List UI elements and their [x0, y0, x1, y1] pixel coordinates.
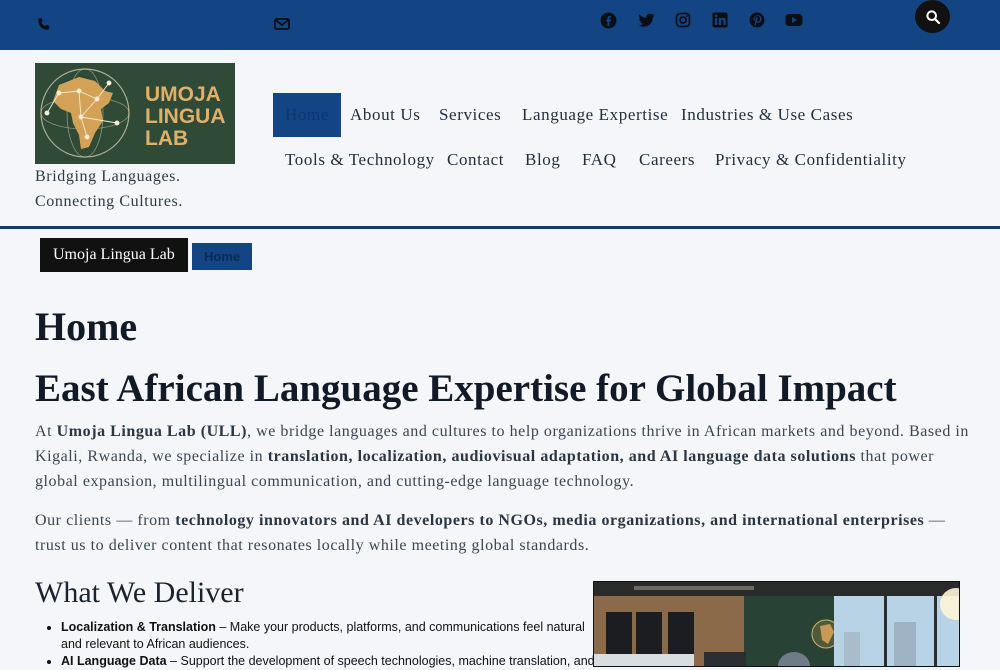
nav-faq[interactable]: FAQ [570, 138, 629, 182]
logo-text-line1: UMOJA [145, 83, 221, 106]
nav-industries-use-cases[interactable]: Industries & Use Cases [669, 93, 865, 137]
search-icon [925, 9, 940, 24]
deliver-list: Localization & Translation – Make your p… [35, 619, 601, 670]
site-header: UMOJA LINGUA LAB Bridging Languages. Con… [0, 50, 1000, 229]
list-item-text: – Support the development of speech tech… [166, 654, 595, 668]
text-run: At [35, 423, 57, 440]
nav-language-expertise[interactable]: Language Expertise [510, 93, 680, 137]
services-highlight: translation, localization, audiovisual a… [267, 448, 856, 465]
list-item-title: Localization & Translation [61, 620, 216, 634]
hero-headline: East African Language Expertise for Glob… [35, 367, 897, 410]
company-name: Umoja Lingua Lab (ULL) [56, 423, 248, 440]
intro-paragraph: At Umoja Lingua Lab (ULL), we bridge lan… [35, 419, 970, 494]
list-item: AI Language Data – Support the developme… [61, 653, 601, 670]
instagram-icon[interactable] [674, 11, 692, 29]
nav-about-us[interactable]: About Us [338, 93, 432, 137]
facebook-icon[interactable] [599, 11, 617, 29]
site-tagline: Bridging Languages. Connecting Cultures. [35, 164, 183, 214]
phone-icon[interactable] [35, 16, 53, 34]
search-button[interactable] [915, 0, 950, 33]
twitter-icon[interactable] [637, 11, 655, 29]
youtube-icon[interactable] [785, 11, 803, 29]
nav-blog[interactable]: Blog [513, 138, 572, 182]
nav-contact[interactable]: Contact [435, 138, 516, 182]
envelope-icon[interactable] [273, 15, 291, 33]
nav-tools-technology[interactable]: Tools & Technology [273, 138, 447, 182]
list-item: Localization & Translation – Make your p… [61, 619, 601, 653]
linkedin-icon[interactable] [711, 11, 729, 29]
office-photo [593, 581, 960, 667]
pinterest-icon[interactable] [748, 11, 766, 29]
page-title: Home [35, 304, 138, 349]
nav-privacy-confidentiality[interactable]: Privacy & Confidentiality [703, 138, 919, 182]
nav-services[interactable]: Services [427, 93, 513, 137]
clients-highlight: technology innovators and AI developers … [175, 512, 925, 529]
clients-paragraph: Our clients — from technology innovators… [35, 508, 970, 558]
top-bar [0, 0, 1000, 50]
breadcrumb-site-link[interactable]: Umoja Lingua Lab [40, 238, 188, 272]
nav-careers[interactable]: Careers [627, 138, 707, 182]
africa-map-logo-graphic: UMOJA LINGUA LAB [40, 68, 226, 158]
logo[interactable]: UMOJA LINGUA LAB [35, 63, 235, 164]
text-run: Our clients — from [35, 512, 176, 529]
list-item-title: AI Language Data [61, 654, 167, 668]
tagline-line: Connecting Cultures. [35, 193, 183, 210]
nav-home[interactable]: Home [273, 93, 341, 137]
logo-text-line3: LAB [145, 127, 188, 150]
section-title: What We Deliver [35, 576, 244, 609]
breadcrumb-current: Home [192, 243, 253, 270]
logo-text-line2: LINGUA [145, 105, 226, 128]
tagline-line: Bridging Languages. [35, 168, 181, 185]
